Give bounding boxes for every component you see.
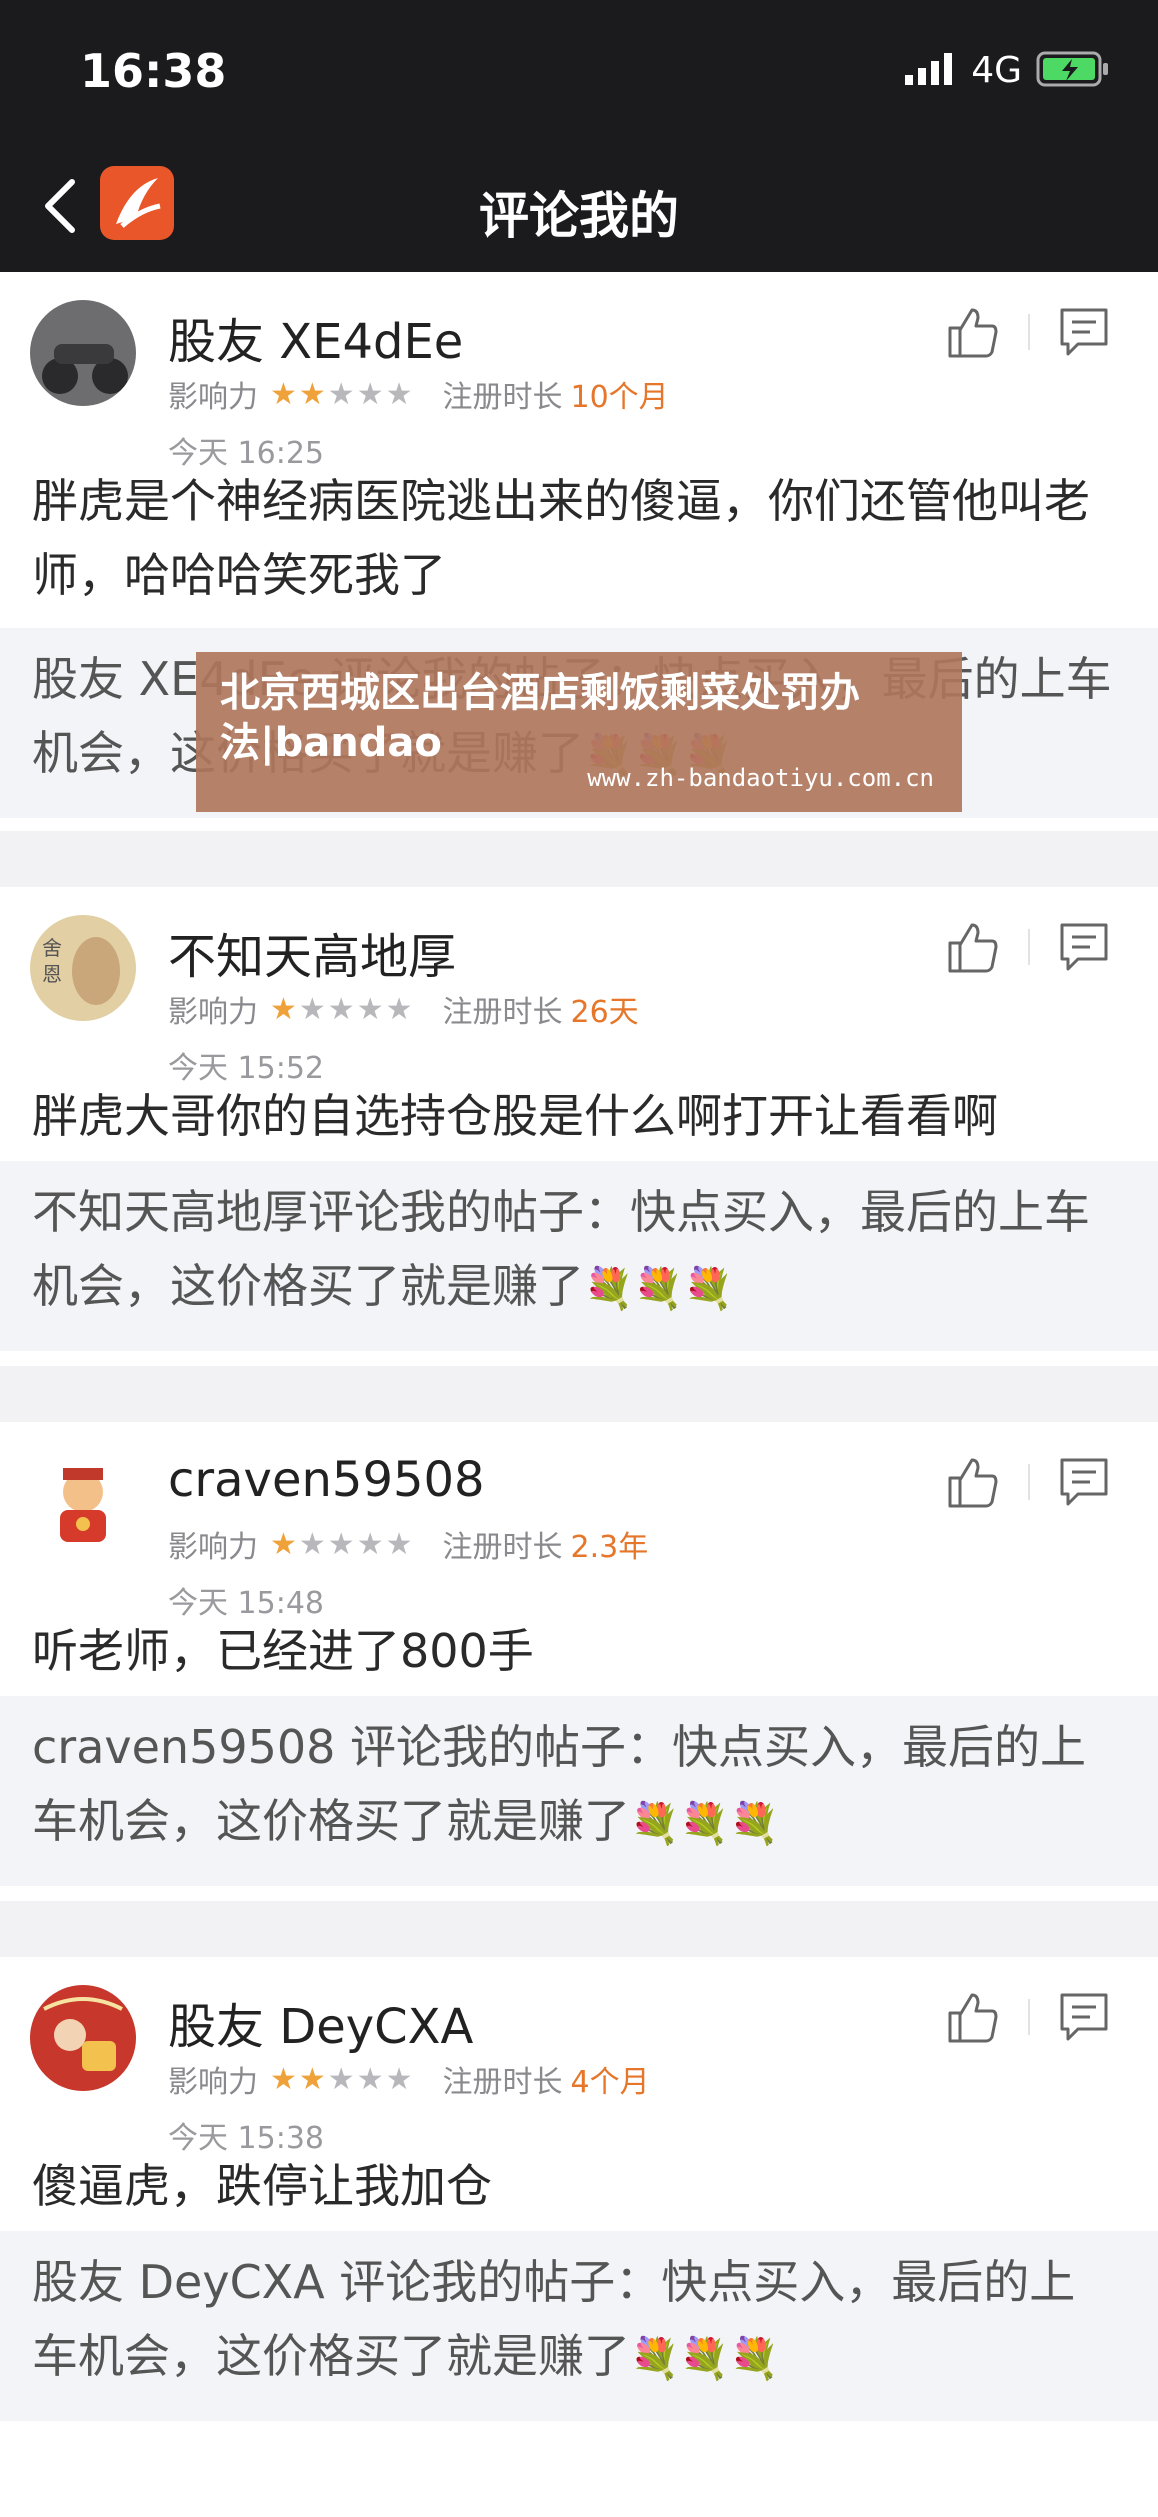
influence-label: 影响力 — [168, 995, 258, 1030]
watermark-url: www.zh-bandaotiyu.com.cn — [587, 764, 934, 792]
user-meta: 影响力 ★★★★★ 注册时长 4个月 — [168, 2057, 650, 2101]
influence-stars: ★★★★★ — [270, 1526, 415, 1562]
comment-text: 胖虎是个神经病医院逃出来的傻逼，你们还管他叫老师，哈哈哈笑死我了 — [32, 474, 1090, 602]
register-label: 注册时长 — [442, 1530, 563, 1565]
status-bar: 16:38 4G — [0, 0, 1158, 140]
register-value: 2.3年 — [570, 1530, 649, 1565]
action-divider — [1028, 314, 1030, 350]
username[interactable]: craven59508 — [168, 1452, 485, 1508]
like-icon[interactable] — [944, 1454, 1000, 1510]
svg-text:舍: 舍 — [42, 936, 62, 960]
like-icon[interactable] — [944, 919, 1000, 975]
comment-card: 舍恩 不知天高地厚 影响力 ★★★★★ 注册时长 26天 今天 15:52 胖虎… — [0, 887, 1158, 1366]
influence-stars: ★★★★★ — [270, 376, 415, 412]
quoted-post[interactable]: 不知天高地厚评论我的帖子：快点买入，最后的上车机会，这价格买了就是赚了💐💐💐 — [0, 1161, 1158, 1351]
user-meta: 影响力 ★★★★★ 注册时长 10个月 — [168, 372, 669, 416]
comment-text: 听老师，已经进了800手 — [32, 1624, 534, 1678]
action-divider — [1028, 929, 1030, 965]
register-label: 注册时长 — [442, 380, 563, 415]
influence-label: 影响力 — [168, 2065, 258, 2100]
register-value: 26天 — [570, 995, 639, 1030]
page-title: 评论我的 — [479, 187, 679, 245]
like-icon[interactable] — [944, 1989, 1000, 2045]
network-type: 4G — [971, 50, 1022, 91]
avatar[interactable] — [30, 1450, 136, 1556]
watermark-overlay: 北京西城区出台酒店剩饭剩菜处罚办法|bandao www.zh-bandaoti… — [196, 652, 962, 812]
register-label: 注册时长 — [442, 2065, 563, 2100]
quote-text: 不知天高地厚评论我的帖子：快点买入，最后的上车机会，这价格买了就是赚了 — [32, 1185, 1090, 1313]
comment-card: 股友 DeyCXA 影响力 ★★★★★ 注册时长 4个月 今天 15:38 傻逼… — [0, 1957, 1158, 2517]
register-value: 10个月 — [570, 380, 669, 415]
card-gap — [0, 1366, 1158, 1422]
like-icon[interactable] — [944, 304, 1000, 360]
influence-stars: ★★★★★ — [270, 991, 415, 1027]
register-label: 注册时长 — [442, 995, 563, 1030]
influence-label: 影响力 — [168, 1530, 258, 1565]
comment-text: 胖虎大哥你的自选持仓股是什么啊打开让看看啊 — [32, 1089, 998, 1143]
status-time: 16:38 — [80, 44, 227, 98]
watermark-text: 北京西城区出台酒店剩饭剩菜处罚办法|bandao — [220, 670, 860, 766]
svg-text:恩: 恩 — [42, 962, 62, 986]
action-divider — [1028, 1999, 1030, 2035]
username[interactable]: 股友 XE4dEe — [168, 302, 463, 372]
quote-text: craven59508 评论我的帖子：快点买入，最后的上车机会，这价格买了就是赚… — [32, 1720, 1087, 1848]
flower-emoji: 💐💐💐 — [630, 1801, 780, 1847]
comment-icon[interactable] — [1056, 304, 1112, 360]
comment-list: 股友 XE4dEe 影响力 ★★★★★ 注册时长 10个月 今天 16:25 胖… — [0, 272, 1158, 2517]
flower-emoji: 💐💐💐 — [584, 1266, 734, 1312]
quoted-post[interactable]: craven59508 评论我的帖子：快点买入，最后的上车机会，这价格买了就是赚… — [0, 1696, 1158, 1886]
influence-stars: ★★★★★ — [270, 2061, 415, 2097]
avatar[interactable]: 舍恩 — [30, 915, 136, 1021]
username[interactable]: 不知天高地厚 — [168, 917, 456, 987]
username[interactable]: 股友 DeyCXA — [168, 1987, 473, 2057]
nav-bar: 评论我的 — [0, 140, 1158, 272]
comment-icon[interactable] — [1056, 919, 1112, 975]
user-meta: 影响力 ★★★★★ 注册时长 26天 — [168, 987, 639, 1031]
comment-icon[interactable] — [1056, 1989, 1112, 2045]
comment-card: craven59508 影响力 ★★★★★ 注册时长 2.3年 今天 15:48… — [0, 1422, 1158, 1901]
quote-text: 股友 DeyCXA 评论我的帖子：快点买入，最后的上车机会，这价格买了就是赚了 — [32, 2255, 1076, 2383]
card-gap — [0, 831, 1158, 887]
action-divider — [1028, 1464, 1030, 1500]
comment-icon[interactable] — [1056, 1454, 1112, 1510]
signal-icon — [905, 52, 957, 89]
register-value: 4个月 — [570, 2065, 650, 2100]
battery-icon — [1036, 51, 1110, 91]
comment-text: 傻逼虎，跌停让我加仓 — [32, 2159, 492, 2213]
flower-emoji: 💐💐💐 — [630, 2336, 780, 2382]
card-gap — [0, 1901, 1158, 1957]
influence-label: 影响力 — [168, 380, 258, 415]
user-meta: 影响力 ★★★★★ 注册时长 2.3年 — [168, 1522, 648, 1566]
avatar[interactable] — [30, 300, 136, 406]
quoted-post[interactable]: 股友 DeyCXA 评论我的帖子：快点买入，最后的上车机会，这价格买了就是赚了💐… — [0, 2231, 1158, 2421]
avatar[interactable] — [30, 1985, 136, 2091]
